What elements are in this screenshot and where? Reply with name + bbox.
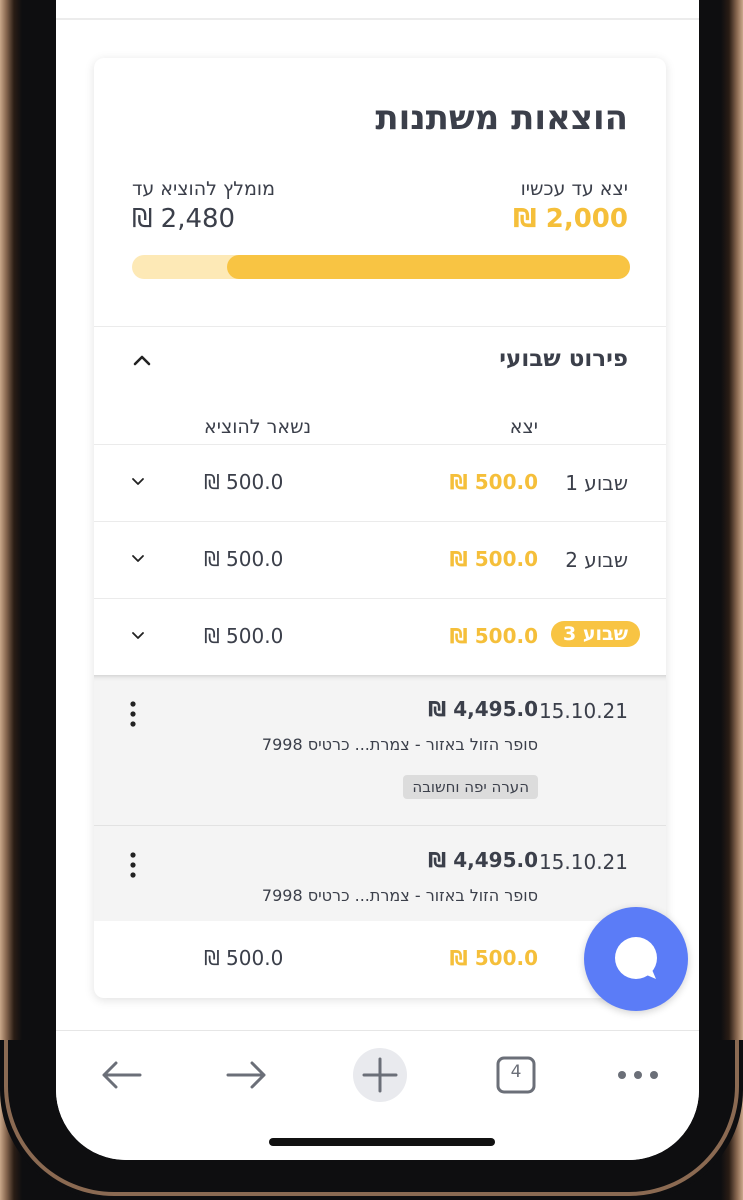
week-name: שבוע 1 xyxy=(565,471,628,495)
home-indicator xyxy=(269,1138,495,1146)
week-row-2[interactable]: שבוע 2 500.0 ₪ 500.0 ₪ xyxy=(94,522,666,598)
col-header-left: נשאר להוציא xyxy=(204,416,312,438)
variable-expenses-card: הוצאות משתנות יצא עד עכשיו מומלץ להוציא … xyxy=(94,58,666,998)
weekly-breakdown-title: פירוט שבועי xyxy=(499,346,628,372)
chevron-down-icon[interactable] xyxy=(130,473,146,489)
spent-label: יצא עד עכשיו xyxy=(520,178,628,200)
chevron-down-icon[interactable] xyxy=(130,627,146,643)
week-name-badge: שבוע 3 xyxy=(550,621,640,647)
week-name: שבוע 2 xyxy=(565,548,628,572)
week-spent: 500.0 ₪ xyxy=(449,547,538,571)
week-left: 500.0 ₪ xyxy=(204,624,284,648)
transaction-note-tag: הערה יפה וחשובה xyxy=(403,775,538,799)
recommended-label: מומלץ להוציא עד xyxy=(132,178,275,200)
spending-progress-fill xyxy=(226,255,630,279)
transaction-row[interactable]: 15.10.21 4,495.0 ₪ סופר הזול באזור - צמר… xyxy=(94,826,666,921)
spent-value: 2,000 ₪ xyxy=(513,204,628,234)
arrow-left-icon[interactable] xyxy=(92,1045,152,1105)
recommended-value: 2,480 ₪ xyxy=(132,204,236,234)
transaction-amount: 4,495.0 ₪ xyxy=(428,697,538,721)
week-left: 500.0 ₪ xyxy=(204,547,284,571)
more-horizontal-icon[interactable] xyxy=(608,1045,668,1105)
phone-screen: הוצאות משתנות יצא עד עכשיו מומלץ להוציא … xyxy=(56,0,699,1160)
col-header-spent: יצא xyxy=(509,416,538,438)
week-spent: 500.0 ₪ xyxy=(449,470,538,494)
card-title: הוצאות משתנות xyxy=(375,98,628,138)
plus-icon[interactable] xyxy=(350,1045,410,1105)
kebab-menu-icon[interactable] xyxy=(126,850,140,880)
week-row-1[interactable]: שבוע 1 500.0 ₪ 500.0 ₪ xyxy=(94,445,666,521)
section-divider xyxy=(94,326,666,327)
tabs-button[interactable]: 4 xyxy=(486,1045,546,1105)
chevron-down-icon[interactable] xyxy=(130,550,146,566)
week-row-3[interactable]: שבוע 3 500.0 ₪ 500.0 ₪ xyxy=(94,599,666,675)
kebab-menu-icon[interactable] xyxy=(126,699,140,729)
spending-progress-bar xyxy=(132,255,630,279)
week-left: 500.0 ₪ xyxy=(204,470,284,494)
chat-bubble-icon xyxy=(615,937,657,979)
chevron-up-icon[interactable] xyxy=(130,348,154,372)
week-spent: 500.0 ₪ xyxy=(449,624,538,648)
arrow-right-icon[interactable] xyxy=(216,1045,276,1105)
transaction-description: סופר הזול באזור - צמרת... כרטיס 7998 xyxy=(261,735,538,754)
transaction-row[interactable]: 15.10.21 4,495.0 ₪ סופר הזול באזור - צמר… xyxy=(94,675,666,825)
tab-count: 4 xyxy=(510,1062,522,1082)
week-spent: 500.0 ₪ xyxy=(449,946,538,970)
chat-button[interactable] xyxy=(584,907,688,1011)
week-left: 500.0 ₪ xyxy=(204,946,284,970)
header-divider xyxy=(56,18,699,20)
transaction-date: 15.10.21 xyxy=(538,850,628,874)
transaction-date: 15.10.21 xyxy=(538,699,628,723)
transaction-description: סופר הזול באזור - צמרת... כרטיס 7998 xyxy=(261,886,538,905)
transaction-amount: 4,495.0 ₪ xyxy=(428,848,538,872)
week-row-partial[interactable]: 3 500.0 ₪ 500.0 ₪ xyxy=(94,921,666,997)
